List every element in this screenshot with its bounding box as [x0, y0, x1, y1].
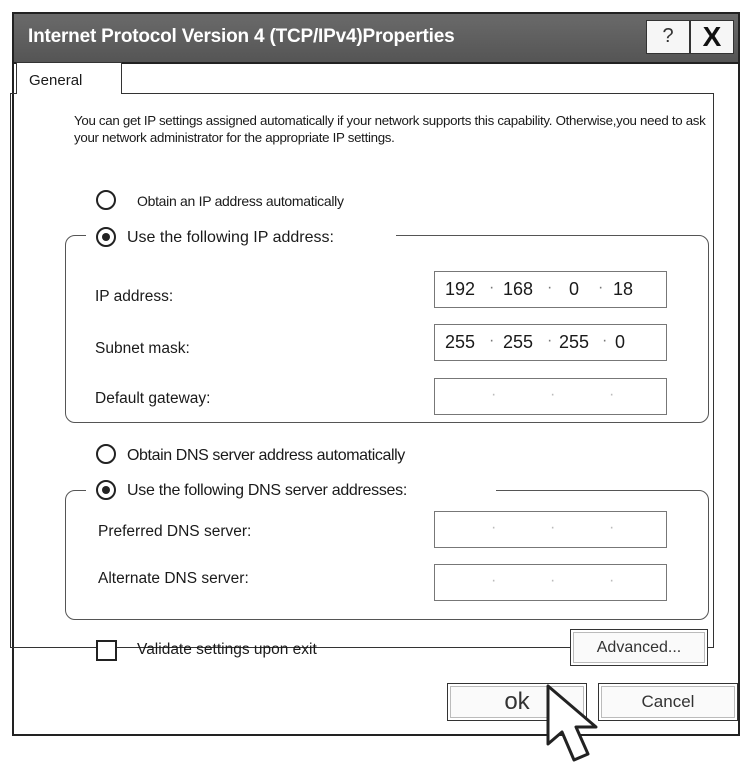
intro-text: You can get IP settings assigned automat… [74, 113, 706, 145]
alternate-dns-input[interactable]: · · · [434, 564, 667, 601]
ip-octet-3: 0 [569, 279, 580, 299]
default-gateway-input[interactable]: · · · [434, 378, 667, 415]
validate-checkbox[interactable] [96, 640, 117, 661]
mask-octet-4: 0 [615, 332, 626, 352]
ip-octet-1: 192 [445, 279, 476, 299]
mask-octet-3: 255 [559, 332, 590, 352]
help-button[interactable]: ? [646, 20, 690, 54]
use-following-dns-radio[interactable] [96, 480, 116, 500]
arrow-cursor-icon [546, 684, 598, 762]
tab-general[interactable]: General [16, 62, 122, 94]
subnet-mask-input[interactable]: 255 · 255 · 255 · 0 [434, 324, 667, 361]
default-gateway-label: Default gateway: [95, 390, 211, 407]
ip-octet-4: 18 [613, 279, 634, 299]
use-following-dns-label: Use the following DNS server addresses: [127, 482, 411, 500]
subnet-mask-label: Subnet mask: [95, 340, 190, 357]
ip-address-input[interactable]: 192 · 168 · 0 · 18 [434, 271, 667, 308]
validate-label: Validate settings upon exit [137, 641, 317, 658]
title-bar[interactable]: Internet Protocol Version 4 (TCP/IPv4)Pr… [14, 14, 738, 64]
alternate-dns-label: Alternate DNS server: [98, 570, 249, 587]
obtain-ip-auto-label: Obtain an IP address automatically [137, 193, 348, 209]
obtain-dns-auto-label: Obtain DNS server address automatically [127, 447, 409, 465]
obtain-ip-auto-radio[interactable] [96, 190, 116, 210]
use-following-ip-label: Use the following IP address: [127, 229, 338, 247]
window-title: Internet Protocol Version 4 (TCP/IPv4)Pr… [28, 26, 455, 47]
advanced-button[interactable]: Advanced... [570, 629, 708, 666]
preferred-dns-input[interactable]: · · · [434, 511, 667, 548]
preferred-dns-label: Preferred DNS server: [98, 523, 252, 540]
obtain-dns-auto-radio[interactable] [96, 444, 116, 464]
ip-octet-2: 168 [503, 279, 534, 299]
ip-address-label: IP address: [95, 288, 174, 305]
mask-octet-1: 255 [445, 332, 476, 352]
close-button[interactable]: X [690, 20, 734, 54]
use-following-ip-radio[interactable] [96, 227, 116, 247]
mask-octet-2: 255 [503, 332, 534, 352]
